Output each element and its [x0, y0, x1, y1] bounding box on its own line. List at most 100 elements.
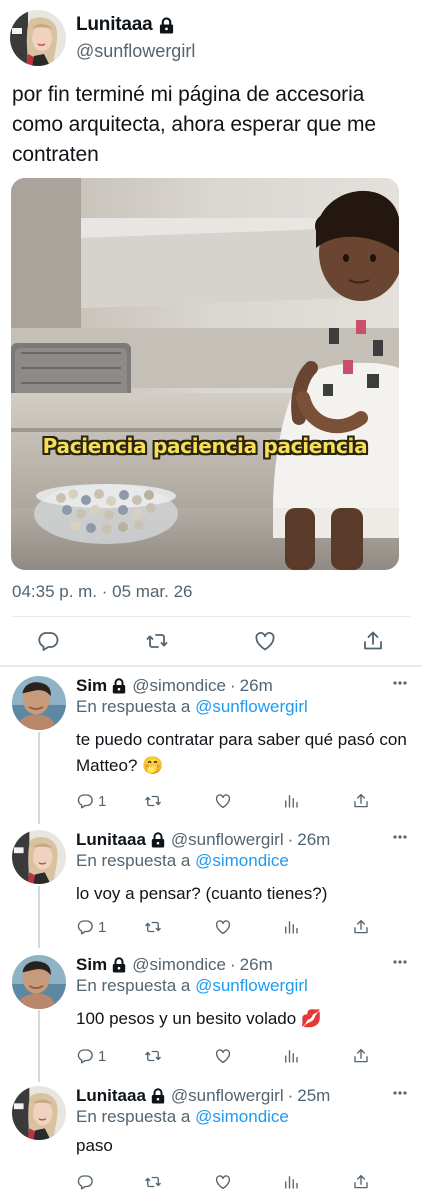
- mention-link[interactable]: @simondice: [195, 1107, 289, 1126]
- like-button[interactable]: [214, 1172, 232, 1192]
- reply-button[interactable]: 1: [76, 1046, 106, 1066]
- share-button[interactable]: [360, 628, 386, 654]
- lock-icon: [151, 1088, 165, 1104]
- reply-header: Lunitaaa @sunflowergirl · 26m: [76, 830, 416, 850]
- reply-icon: [76, 792, 94, 810]
- lock-icon: [112, 957, 126, 973]
- like-button[interactable]: [214, 1046, 232, 1066]
- reply-header: Lunitaaa @sunflowergirl · 25m: [76, 1086, 416, 1106]
- retweet-button[interactable]: [144, 917, 162, 937]
- display-name[interactable]: Lunitaaa: [76, 14, 174, 36]
- stats-button[interactable]: [282, 1172, 300, 1192]
- tweet-author[interactable]: Lunitaaa @sunflowergirl: [10, 10, 410, 64]
- retweet-button[interactable]: [144, 1046, 162, 1066]
- reply-header: Sim @simondice · 26m: [76, 676, 416, 696]
- retweet-icon: [144, 792, 162, 810]
- mention-link[interactable]: @sunflowergirl: [195, 697, 308, 716]
- handle[interactable]: @simondice: [132, 955, 226, 975]
- reply-count: 1: [98, 792, 107, 810]
- mention-link[interactable]: @simondice: [195, 851, 289, 870]
- handle[interactable]: @sunflowergirl: [171, 830, 284, 850]
- lock-icon: [112, 678, 126, 694]
- share-button[interactable]: [352, 791, 370, 811]
- reply-body: Sim @simondice · 26m En respuesta a @sun…: [76, 955, 416, 1032]
- avatar[interactable]: [12, 955, 66, 1009]
- share-button[interactable]: [352, 1046, 370, 1066]
- more-options-icon[interactable]: [392, 834, 408, 840]
- retweet-button[interactable]: [144, 791, 162, 811]
- tweet-action-bar: [0, 624, 422, 660]
- separator: ·: [229, 955, 236, 974]
- mention-link[interactable]: @sunflowergirl: [195, 976, 308, 995]
- reply-body: Sim @simondice · 26m En respuesta a @sun…: [76, 676, 416, 779]
- lock-icon: [151, 832, 165, 848]
- more-options-icon[interactable]: [392, 1090, 408, 1096]
- reply-button[interactable]: 1: [76, 791, 106, 811]
- retweet-icon: [145, 629, 169, 653]
- reply-action-bar: 1: [76, 791, 406, 813]
- reply-time[interactable]: 26m: [240, 676, 273, 696]
- avatar[interactable]: [12, 676, 66, 730]
- share-button[interactable]: [352, 1172, 370, 1192]
- retweet-button[interactable]: [144, 1172, 162, 1192]
- reply-context: En respuesta a @simondice: [76, 1107, 416, 1127]
- reply-text: 100 pesos y un besito volado 💋: [76, 1009, 323, 1028]
- divider: [0, 665, 422, 667]
- reply-button[interactable]: [35, 628, 61, 654]
- reply-button[interactable]: [76, 1172, 94, 1192]
- display-name[interactable]: Sim: [76, 955, 126, 975]
- share-button[interactable]: [352, 917, 370, 937]
- stats-button[interactable]: [282, 791, 300, 811]
- reply-time[interactable]: 26m: [240, 955, 273, 975]
- reply-body: Lunitaaa @sunflowergirl · 25m En respues…: [76, 1086, 416, 1159]
- reply-prefix: En respuesta a: [76, 976, 191, 995]
- display-name[interactable]: Lunitaaa: [76, 830, 165, 850]
- reply-prefix: En respuesta a: [76, 1107, 191, 1126]
- avatar[interactable]: [12, 830, 66, 884]
- share-icon: [361, 629, 385, 653]
- reply-text-content: te puedo contratar para saber qué pasó c…: [76, 730, 407, 775]
- media-caption: Paciencia paciencia paciencia: [42, 434, 368, 458]
- display-name[interactable]: Sim: [76, 676, 126, 696]
- thread-line: [38, 886, 40, 948]
- like-button[interactable]: [252, 628, 278, 654]
- reply-action-bar: [76, 1172, 406, 1194]
- reply-text: paso: [76, 1136, 113, 1155]
- display-name-text: Lunitaaa: [76, 830, 146, 849]
- retweet-icon: [144, 1173, 162, 1191]
- reply-time[interactable]: 25m: [297, 1086, 330, 1106]
- handle[interactable]: @sunflowergirl: [76, 41, 195, 62]
- avatar[interactable]: [10, 10, 66, 66]
- tweet-timestamp[interactable]: 04:35 p. m. · 05 mar. 26: [12, 582, 192, 602]
- stats-icon: [282, 792, 300, 810]
- share-icon: [352, 1047, 370, 1065]
- share-icon: [352, 792, 370, 810]
- reply-action-bar: 1: [76, 1046, 406, 1068]
- lock-icon: [159, 17, 174, 34]
- reply-context: En respuesta a @sunflowergirl: [76, 697, 416, 717]
- share-icon: [352, 918, 370, 936]
- more-options-icon[interactable]: [392, 680, 408, 686]
- reply-time[interactable]: 26m: [297, 830, 330, 850]
- reply-button[interactable]: 1: [76, 917, 106, 937]
- display-name-text: Sim: [76, 676, 108, 695]
- stats-button[interactable]: [282, 917, 300, 937]
- display-name[interactable]: Lunitaaa: [76, 1086, 165, 1106]
- avatar[interactable]: [12, 1086, 66, 1140]
- retweet-icon: [144, 918, 162, 936]
- divider: [12, 616, 410, 617]
- stats-button[interactable]: [282, 1046, 300, 1066]
- tweet-media[interactable]: Paciencia paciencia paciencia: [11, 178, 399, 570]
- like-button[interactable]: [214, 791, 232, 811]
- more-options-icon[interactable]: [392, 959, 408, 965]
- retweet-button[interactable]: [144, 628, 170, 654]
- reply-text: te puedo contratar para saber qué pasó c…: [76, 727, 416, 779]
- thread-line: [38, 1010, 40, 1082]
- tweet-text: por fin terminé mi página de accesoria c…: [12, 83, 377, 166]
- handle[interactable]: @sunflowergirl: [171, 1086, 284, 1106]
- thread-line: [38, 732, 40, 824]
- like-button[interactable]: [214, 917, 232, 937]
- reply-count: 1: [98, 918, 107, 936]
- handle[interactable]: @simondice: [132, 676, 226, 696]
- reply-icon: [76, 1173, 94, 1191]
